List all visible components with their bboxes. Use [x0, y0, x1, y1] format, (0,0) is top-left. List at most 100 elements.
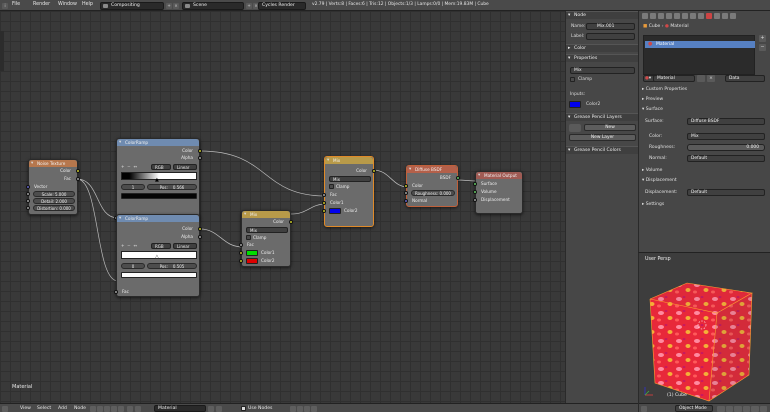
material-name-field[interactable]: Material [653, 75, 695, 82]
layers-tab-icon[interactable] [650, 13, 656, 19]
ramp-add-remove-buttons[interactable]: + − ↔ [121, 243, 137, 248]
node-header[interactable]: ColorRamp [117, 215, 199, 222]
add-slot-button[interactable]: + [759, 35, 766, 42]
copy-icon[interactable] [304, 405, 310, 412]
editor-type-icon[interactable]: i [2, 2, 8, 9]
socket-out-color[interactable] [289, 219, 293, 224]
node-name-field[interactable]: Mix.001 [586, 23, 635, 30]
layout-remove-button[interactable]: × [173, 2, 179, 9]
input-color-swatch[interactable] [569, 101, 581, 108]
displacement-input-select[interactable]: Default [687, 189, 765, 196]
socket-in-roughness[interactable] [404, 191, 408, 195]
panel-gp-colors-header[interactable]: Grease Pencil Colors [566, 146, 639, 155]
normal-input-select[interactable]: Default [687, 155, 765, 162]
ramp-add-remove-buttons[interactable]: + − ↔ [121, 164, 137, 169]
object-shader-icon[interactable] [111, 405, 117, 412]
surface-shader-select[interactable]: Diffuse BSDF [687, 118, 765, 125]
physics-tab-icon[interactable] [730, 13, 736, 19]
panel-properties-header[interactable]: Properties [566, 54, 639, 63]
ramp-interpolation-select[interactable]: Linear [173, 164, 197, 170]
socket-out-fac[interactable] [76, 176, 80, 181]
clamp-checkbox[interactable] [570, 77, 575, 82]
scene-add-button[interactable]: + [246, 2, 252, 9]
clamp-checkbox[interactable] [329, 184, 334, 189]
socket-in-color2[interactable] [322, 209, 326, 213]
roughness-field[interactable]: 0.000 [687, 144, 765, 151]
object-mode-select[interactable]: Object Mode [675, 404, 713, 412]
object-tab-icon[interactable] [674, 13, 680, 19]
socket-out-color[interactable] [198, 226, 202, 231]
socket-in-displacement[interactable] [473, 198, 477, 202]
node-header[interactable]: Mix [242, 211, 290, 218]
pin-icon[interactable] [127, 405, 133, 412]
particles-tab-icon[interactable] [722, 13, 728, 19]
snap-target-icon[interactable] [297, 405, 303, 412]
socket-in-fac[interactable] [322, 193, 326, 197]
socket-out-color[interactable] [372, 168, 376, 173]
socket-in-normal[interactable] [404, 199, 408, 203]
texture-tab-icon[interactable] [714, 13, 720, 19]
unlink-icon[interactable] [216, 405, 222, 412]
render-tab-icon[interactable] [642, 13, 648, 19]
paste-icon[interactable] [311, 405, 317, 412]
ramp-stop-index-field[interactable]: 1 [121, 184, 145, 190]
custom-properties-header[interactable]: ▸ Custom Properties [642, 87, 687, 92]
menu-node[interactable]: Node [74, 406, 86, 411]
socket-in-color2[interactable] [239, 259, 243, 263]
menu-render[interactable]: Render [33, 2, 50, 7]
socket-in-volume[interactable] [473, 190, 477, 194]
socket-out-color[interactable] [76, 168, 80, 173]
scene-tab-icon[interactable] [658, 13, 664, 19]
node-diffuse-bsdf[interactable]: Diffuse BSDF BSDF Color Roughness: 0.000… [404, 165, 460, 207]
surface-header[interactable]: ▾ Surface [642, 107, 663, 112]
ramp-stop-position-field[interactable]: Pos: 0.505 [147, 263, 197, 269]
roughness-field[interactable]: Roughness: 0.000 [411, 190, 455, 196]
panel-color-header[interactable]: Color [566, 44, 639, 53]
ramp-color-mode-select[interactable]: RGB [151, 243, 171, 249]
ramp-stop-color[interactable] [121, 272, 197, 278]
socket-in-detail[interactable] [26, 199, 30, 203]
node-editor[interactable]: Noise Texture Color Fac Vector Scale: 5.… [0, 11, 565, 403]
remove-slot-button[interactable]: − [759, 44, 766, 51]
node-label-field[interactable] [586, 33, 635, 40]
view-menu-icon[interactable] [641, 405, 647, 412]
node-material-output[interactable]: Material Output Surface Volume Displacem… [473, 171, 523, 214]
color1-swatch[interactable] [246, 250, 258, 256]
volume-header[interactable]: ▸ Volume [642, 168, 662, 173]
socket-in-scale[interactable] [26, 192, 30, 196]
3d-viewport[interactable]: User Persp (1) Cube Object Mode [638, 252, 770, 412]
material-slot-list[interactable]: ● Material [643, 35, 755, 75]
scene-select[interactable]: Scene [182, 1, 244, 10]
compositing-tree-icon[interactable] [97, 405, 103, 412]
node-noise-texture[interactable]: Noise Texture Color Fac Vector Scale: 5.… [26, 159, 80, 215]
world-tab-icon[interactable] [666, 13, 672, 19]
node-header[interactable]: ColorRamp [117, 139, 199, 146]
detail-field[interactable]: Detail: 2.000 [33, 198, 75, 204]
node-header[interactable]: Diffuse BSDF [407, 166, 457, 173]
socket-in-fac[interactable] [114, 290, 118, 294]
socket-in-fac[interactable] [239, 243, 243, 247]
ramp-stop-marker[interactable]: ▲ [155, 177, 159, 183]
material-tab-icon[interactable] [706, 13, 712, 19]
unlink-button[interactable]: × [707, 75, 715, 82]
menu-view[interactable]: View [20, 406, 31, 411]
material-slot-icon[interactable] [135, 405, 141, 412]
menu-add[interactable]: Add [58, 406, 67, 411]
socket-in-vector[interactable] [26, 184, 30, 189]
snap-icon[interactable] [290, 405, 296, 412]
socket-in-surface[interactable] [473, 182, 477, 186]
socket-out-alpha[interactable] [198, 234, 202, 239]
node-mix-color-active[interactable]: Mix Color Mix Clamp Fac Color1 Color2 [322, 156, 376, 227]
preview-header[interactable]: ▸ Preview [642, 97, 663, 102]
data-tab-icon[interactable] [698, 13, 704, 19]
use-nodes-checkbox[interactable] [241, 406, 246, 411]
color2-swatch[interactable] [329, 208, 341, 214]
settings-header[interactable]: ▸ Settings [642, 202, 664, 207]
blend-mode-select[interactable]: Mix [570, 67, 635, 74]
socket-in-color[interactable] [404, 184, 408, 188]
socket-in-distortion[interactable] [26, 206, 30, 210]
socket-out-color[interactable] [198, 148, 202, 153]
ramp-color-mode-select[interactable]: RGB [151, 164, 171, 170]
render-engine-select[interactable]: Cycles Render [258, 1, 306, 10]
node-header[interactable]: Material Output [476, 172, 522, 179]
